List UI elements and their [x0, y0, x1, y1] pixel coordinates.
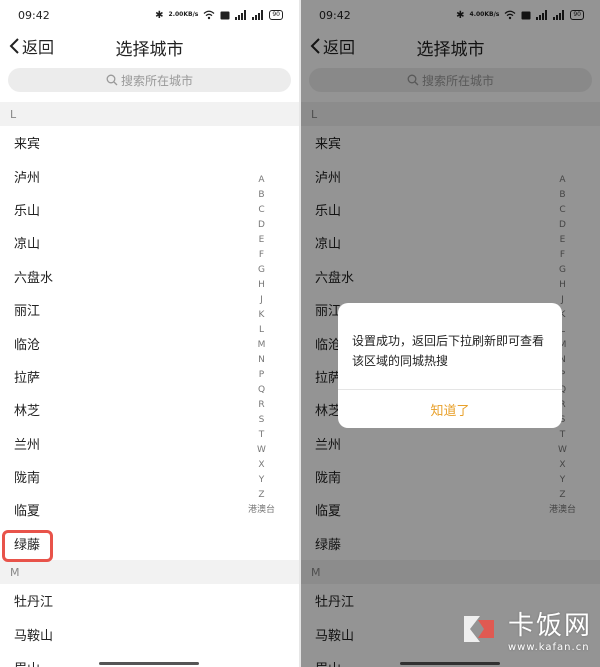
index-letter[interactable]: B — [258, 188, 264, 203]
index-letter[interactable]: Y — [259, 473, 265, 488]
index-letter[interactable]: K — [259, 308, 265, 323]
status-time: 09:42 — [18, 8, 50, 22]
city-item[interactable]: 马鞍山 — [0, 617, 299, 650]
watermark: 卡饭网 www.kafan.cn — [458, 605, 592, 653]
alphabet-index[interactable]: A B C D E F G H J K L M N P Q R S T W X … — [248, 173, 275, 518]
city-item[interactable]: 牡丹江 — [0, 584, 299, 617]
index-letter[interactable]: M — [258, 338, 266, 353]
nav-bar: 返回 选择城市 — [0, 30, 299, 64]
index-letter[interactable]: Z — [258, 488, 264, 503]
index-hk-macau-taiwan[interactable]: 港澳台 — [248, 503, 275, 518]
bluetooth-icon: ✱ — [155, 9, 164, 21]
index-letter[interactable]: G — [258, 263, 265, 278]
wifi-icon — [203, 10, 215, 20]
search-input[interactable]: 搜索所在城市 — [8, 68, 291, 92]
search-area: 搜索所在城市 — [0, 64, 299, 102]
watermark-domain: www.kafan.cn — [507, 642, 590, 653]
index-letter[interactable]: X — [258, 458, 264, 473]
status-icons: ✱ 2.00 KB/s 90 — [155, 10, 283, 21]
back-button[interactable]: 返回 — [8, 34, 54, 58]
index-letter[interactable]: D — [258, 218, 265, 233]
index-letter[interactable]: S — [259, 413, 265, 428]
watermark-name: 卡饭网 — [507, 611, 592, 641]
dialog-message: 设置成功，返回后下拉刷新即可查看该区域的同城热搜 — [352, 334, 545, 368]
section-header-m: M — [0, 560, 299, 585]
home-indicator[interactable] — [99, 662, 199, 665]
network-speed: 2.00 KB/s — [168, 11, 199, 18]
search-icon — [106, 74, 118, 86]
index-letter[interactable]: Q — [258, 383, 265, 398]
kafan-logo-icon — [463, 616, 494, 642]
back-label: 返回 — [22, 38, 55, 57]
city-item[interactable]: 来宾 — [0, 126, 299, 159]
index-letter[interactable]: T — [259, 428, 265, 443]
chevron-left-icon — [9, 38, 19, 54]
got-it-button[interactable]: 知道了 — [338, 390, 562, 428]
screenshot-stage: 09:42 ✱ 2.00 KB/s 90 返回 选择城市 搜索所在城市 L 来宾… — [0, 0, 600, 667]
index-letter[interactable]: N — [258, 353, 265, 368]
signal-icon-2 — [252, 10, 264, 20]
success-dialog: 设置成功，返回后下拉刷新即可查看该区域的同城热搜 知道了 — [338, 303, 562, 428]
selection-highlight-box — [2, 530, 53, 562]
index-letter[interactable]: W — [257, 443, 266, 458]
battery-icon: 90 — [269, 10, 283, 20]
section-header-l: L — [0, 102, 299, 126]
index-letter[interactable]: H — [258, 278, 265, 293]
status-bar: 09:42 ✱ 2.00 KB/s 90 — [0, 0, 299, 30]
index-letter[interactable]: C — [258, 203, 264, 218]
index-letter[interactable]: F — [259, 248, 264, 263]
search-placeholder: 搜索所在城市 — [120, 73, 193, 88]
left-screen: 09:42 ✱ 2.00 KB/s 90 返回 选择城市 搜索所在城市 L 来宾… — [0, 0, 299, 667]
index-letter[interactable]: J — [260, 293, 263, 308]
index-letter[interactable]: P — [259, 368, 264, 383]
index-letter[interactable]: L — [259, 323, 264, 338]
index-letter[interactable]: R — [258, 398, 264, 413]
watermark-text: 卡饭网 www.kafan.cn — [508, 605, 592, 653]
right-screen: 09:42 ✱ 4.00 KB/s 90 返回 选择城市 搜索所在城市 L 来宾… — [301, 0, 600, 667]
index-letter[interactable]: A — [258, 173, 264, 188]
index-letter[interactable]: E — [259, 233, 265, 248]
hd-icon — [220, 11, 230, 20]
signal-icon — [235, 10, 247, 20]
